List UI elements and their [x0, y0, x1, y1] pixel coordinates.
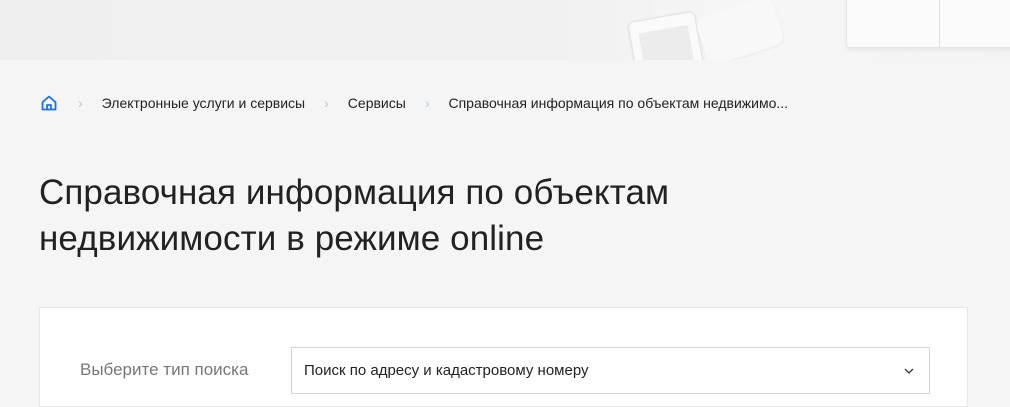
- breadcrumb-item-services[interactable]: Сервисы: [348, 95, 406, 111]
- home-icon: [41, 95, 57, 111]
- search-type-select[interactable]: Поиск по адресу и кадастровому номеру: [291, 347, 930, 394]
- page-title-line1: Справочная информация по объектам: [39, 173, 670, 212]
- page-title: Справочная информация по объектам недвиж…: [39, 170, 799, 262]
- banner-phone-image: [627, 10, 705, 60]
- chevron-right-icon: ›: [78, 95, 83, 111]
- breadcrumb-home[interactable]: [39, 93, 59, 113]
- search-type-selected-value: Поиск по адресу и кадастровому номеру: [304, 362, 589, 379]
- chevron-right-icon: ›: [424, 95, 430, 111]
- breadcrumb-item-current: Справочная информация по объектам недвиж…: [448, 95, 789, 111]
- banner-decor-image: [694, 0, 786, 60]
- search-type-label: Выберите тип поиска: [80, 360, 249, 379]
- search-card: Выберите тип поиска Поиск по адресу и ка…: [39, 307, 968, 407]
- banner-laptop-image: [846, 0, 1010, 48]
- breadcrumb-item-services-and-e-services[interactable]: Электронные услуги и сервисы: [102, 95, 305, 111]
- chevron-right-icon: ›: [324, 95, 329, 111]
- page-title-line2: недвижимости в режиме online: [39, 219, 545, 258]
- breadcrumb: › Электронные услуги и сервисы › Сервисы…: [39, 92, 788, 114]
- chevron-down-icon: [889, 368, 929, 374]
- header-banner: [0, 0, 1010, 60]
